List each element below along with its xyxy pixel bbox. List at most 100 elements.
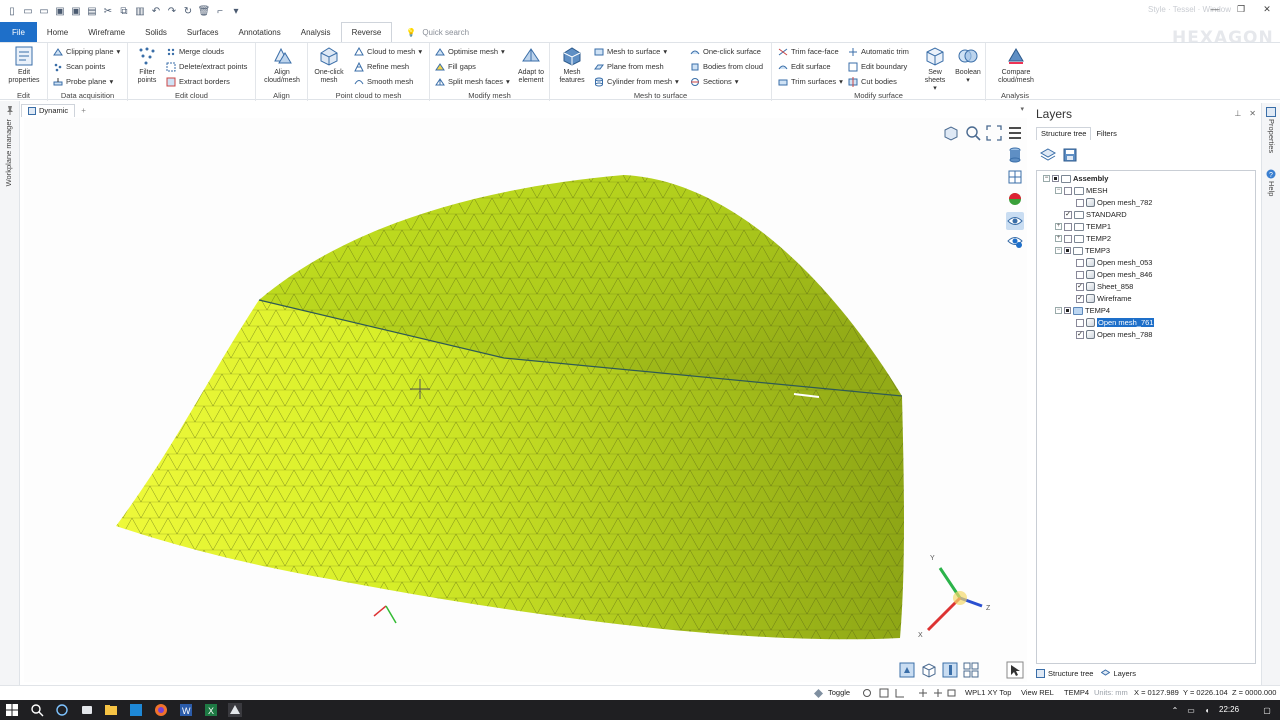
fill-gaps-button[interactable]: Fill gaps xyxy=(435,60,476,73)
sections-button[interactable]: Sections ▾ xyxy=(690,75,739,88)
app-icon-1[interactable] xyxy=(80,703,94,717)
tree-expand-toggle[interactable]: − xyxy=(1055,307,1062,314)
mesh-to-surface-button[interactable]: Mesh to surface ▾ xyxy=(594,45,667,58)
probe-plane-button[interactable]: Probe plane ▾ xyxy=(53,75,113,88)
cylinder-from-mesh-button[interactable]: Cylinder from mesh ▾ xyxy=(594,75,679,88)
view-cube-icon[interactable] xyxy=(942,124,960,142)
workplane-manager-tab[interactable]: Workplane manager xyxy=(4,119,13,186)
tree-expand-toggle[interactable]: − xyxy=(1055,187,1062,194)
bodies-from-cloud-button[interactable]: Bodies from cloud xyxy=(690,60,763,73)
shading-sphere-icon[interactable] xyxy=(1006,190,1024,208)
sew-sheets-button[interactable]: Sew sheets ▾ xyxy=(920,45,950,93)
tab-analysis[interactable]: Analysis xyxy=(291,22,341,42)
3d-viewport[interactable]: Y Z X xyxy=(24,118,1027,682)
mesh-features-button[interactable]: Mesh features xyxy=(554,45,590,85)
repeat-icon[interactable]: ↻ xyxy=(180,3,196,19)
single-view-icon[interactable] xyxy=(941,661,959,679)
tree-visibility-checkbox[interactable]: ✓ xyxy=(1076,294,1084,303)
tree-node[interactable]: + TEMP2 xyxy=(1055,233,1111,244)
delete-extract-points-button[interactable]: Delete/extract points xyxy=(166,60,247,73)
network-icon[interactable]: ▭ xyxy=(1184,703,1198,717)
open-folder-icon[interactable]: ▭ xyxy=(20,3,36,19)
cloud-to-mesh-button[interactable]: Cloud to mesh ▾ xyxy=(354,45,422,58)
tab-wireframe[interactable]: Wireframe xyxy=(78,22,135,42)
open-recent-icon[interactable]: ▭ xyxy=(36,3,52,19)
edit-properties-button[interactable]: Edit properties xyxy=(5,45,43,85)
one-click-mesh-button[interactable]: One-click mesh xyxy=(311,45,347,85)
tree-expand-toggle[interactable]: + xyxy=(1055,223,1062,230)
tree-visibility-checkbox[interactable] xyxy=(1064,234,1072,243)
tree-node[interactable]: ✓ Sheet_858 xyxy=(1067,281,1133,292)
hamburger-menu-icon[interactable] xyxy=(1006,124,1024,142)
tree-visibility-checkbox[interactable]: ✓ xyxy=(1076,282,1084,291)
excel-icon[interactable]: X xyxy=(204,703,218,717)
visibility-eye-icon[interactable] xyxy=(1006,212,1024,230)
tab-surfaces[interactable]: Surfaces xyxy=(177,22,229,42)
one-click-surface-button[interactable]: One-click surface xyxy=(690,45,761,58)
quad-view-icon[interactable] xyxy=(962,661,980,679)
split-mesh-faces-button[interactable]: Split mesh faces ▾ xyxy=(435,75,510,88)
tree-visibility-checkbox[interactable] xyxy=(1076,318,1084,327)
properties-strip-icon[interactable] xyxy=(1266,107,1276,117)
hidden-eye-icon[interactable] xyxy=(1006,232,1024,250)
tree-expand-toggle[interactable]: + xyxy=(1055,235,1062,242)
tree-visibility-checkbox[interactable] xyxy=(1064,247,1071,254)
workplane-status[interactable]: WPL1 XY Top xyxy=(965,688,1011,697)
view-status[interactable]: View REL xyxy=(1021,688,1054,697)
tree-node[interactable]: − TEMP4 xyxy=(1055,305,1110,316)
minimize-button[interactable]: — xyxy=(1202,0,1228,18)
smooth-mesh-button[interactable]: Smooth mesh xyxy=(354,75,413,88)
tree-visibility-checkbox[interactable] xyxy=(1076,198,1084,207)
tree-node[interactable]: Open mesh_782 xyxy=(1067,197,1152,208)
windows-start-icon[interactable] xyxy=(5,703,19,717)
tree-node[interactable]: − TEMP3 xyxy=(1055,245,1110,256)
tree-visibility-checkbox[interactable] xyxy=(1064,222,1072,231)
save-layers-icon[interactable] xyxy=(1062,147,1078,163)
delete-icon[interactable]: 🗑 xyxy=(196,3,212,19)
restore-button[interactable]: ❐ xyxy=(1228,0,1254,18)
copy-icon[interactable]: ⧉ xyxy=(116,3,132,19)
word-icon[interactable]: W xyxy=(179,703,193,717)
optimise-mesh-button[interactable]: Optimise mesh ▾ xyxy=(435,45,505,58)
clipping-plane-button[interactable]: Clipping plane ▾ xyxy=(53,45,120,58)
tab-annotations[interactable]: Annotations xyxy=(229,22,291,42)
snap-mode-icons[interactable] xyxy=(918,688,958,698)
cut-icon[interactable]: ✂ xyxy=(100,3,116,19)
tab-dynamic[interactable]: Dynamic xyxy=(21,103,76,117)
paste-icon[interactable]: ▥ xyxy=(132,3,148,19)
tree-visibility-checkbox[interactable] xyxy=(1064,307,1071,314)
tab-filters[interactable]: Filters xyxy=(1091,127,1121,140)
adapt-to-element-button[interactable]: Adapt to element xyxy=(514,45,548,85)
quick-search[interactable]: 💡 Quick search xyxy=(406,22,469,42)
tree-node[interactable]: ✓ STANDARD xyxy=(1055,209,1127,220)
merge-clouds-button[interactable]: Merge clouds xyxy=(166,45,224,58)
close-panel-icon[interactable]: ✕ xyxy=(1249,109,1256,118)
zoom-view-icon[interactable] xyxy=(964,124,982,142)
boolean-button[interactable]: Boolean ▾ xyxy=(952,45,984,85)
tree-node[interactable]: − MESH xyxy=(1055,185,1108,196)
filter-points-button[interactable]: Filter points xyxy=(132,45,162,85)
file-explorer-icon[interactable] xyxy=(104,703,118,717)
measure-icon[interactable]: ⌐ xyxy=(212,3,228,19)
tree-node[interactable]: + TEMP1 xyxy=(1055,221,1111,232)
tree-visibility-checkbox[interactable] xyxy=(1076,270,1084,279)
pin-panel-icon[interactable]: ⊥ xyxy=(1234,109,1241,118)
layer-status[interactable]: TEMP4 xyxy=(1064,688,1089,697)
help-icon[interactable]: ? xyxy=(1266,169,1276,179)
align-cloud-mesh-button[interactable]: Align cloud/mesh xyxy=(260,45,304,85)
quick-search-input[interactable]: Quick search xyxy=(422,28,469,37)
cad-app-icon[interactable] xyxy=(228,703,242,717)
edit-boundary-button[interactable]: Edit boundary xyxy=(848,60,907,73)
automatic-trim-button[interactable]: Automatic trim xyxy=(848,45,909,58)
add-view-button[interactable]: + xyxy=(81,106,86,115)
tree-node[interactable]: Open mesh_761 xyxy=(1067,317,1155,328)
app-icon-blue[interactable] xyxy=(129,703,143,717)
volume-icon[interactable]: ◖ xyxy=(1200,703,1214,717)
tree-visibility-checkbox[interactable] xyxy=(1064,186,1072,195)
tree-node[interactable]: − Assembly xyxy=(1043,173,1108,184)
select-mode-icon[interactable] xyxy=(898,661,916,679)
plane-from-mesh-button[interactable]: Plane from mesh xyxy=(594,60,664,73)
tree-node[interactable]: Open mesh_053 xyxy=(1067,257,1152,268)
tree-visibility-checkbox[interactable]: ✓ xyxy=(1064,210,1072,219)
refine-mesh-button[interactable]: Refine mesh xyxy=(354,60,409,73)
